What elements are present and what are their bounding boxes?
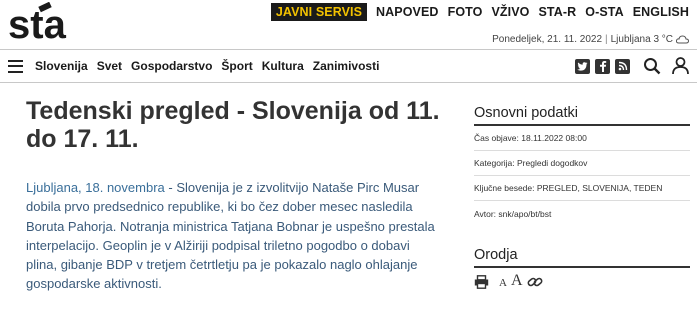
cloud-icon xyxy=(676,35,689,44)
article-lead: Ljubljana, 18. novembra - Slovenija je z… xyxy=(26,178,438,294)
keywords: Ključne besede: PREGLED, SLOVENIJA, TEDE… xyxy=(474,183,663,193)
sta-logo[interactable]: sta xyxy=(8,2,72,44)
basic-info-heading: Osnovni podatki xyxy=(474,105,578,121)
link-icon[interactable] xyxy=(527,275,543,289)
date-weather-bar: Ponedeljek, 21. 11. 2022 | Ljubljana 3 °… xyxy=(492,34,689,45)
nav-item-kultura[interactable]: Kultura xyxy=(262,59,304,73)
nav-item-zanimivosti[interactable]: Zanimivosti xyxy=(313,59,380,73)
facebook-icon[interactable] xyxy=(595,58,610,74)
separator: | xyxy=(605,34,608,45)
row-divider xyxy=(474,150,690,151)
top-nav-napoved[interactable]: NAPOVED xyxy=(376,3,439,21)
row-divider xyxy=(474,200,690,201)
nav-item-svet[interactable]: Svet xyxy=(97,59,122,73)
nav-divider xyxy=(0,82,697,83)
published-time: Čas objave: 18.11.2022 08:00 xyxy=(474,133,587,143)
author: Avtor: snk/apo/bt/bst xyxy=(474,209,552,219)
row-divider xyxy=(474,175,690,176)
tools-divider xyxy=(474,266,690,268)
current-date: Ponedeljek, 21. 11. 2022 xyxy=(492,34,603,45)
tools-heading: Orodja xyxy=(474,247,518,263)
top-nav-sta-r[interactable]: STA-R xyxy=(539,3,577,21)
top-nav: JAVNI SERVIS NAPOVED FOTO VŽIVO STA-R O-… xyxy=(270,3,689,21)
main-nav: Slovenija Svet Gospodarstvo Šport Kultur… xyxy=(0,50,697,82)
section-nav: Slovenija Svet Gospodarstvo Šport Kultur… xyxy=(35,59,388,73)
logo-text: sta xyxy=(8,3,67,44)
search-icon[interactable] xyxy=(643,57,661,75)
top-nav-javni-servis[interactable]: JAVNI SERVIS xyxy=(270,3,368,21)
print-icon[interactable] xyxy=(474,275,489,289)
menu-icon[interactable] xyxy=(8,59,23,73)
top-nav-english[interactable]: ENGLISH xyxy=(633,3,689,21)
rss-icon[interactable] xyxy=(615,58,630,74)
top-nav-vzivo[interactable]: VŽIVO xyxy=(491,3,529,21)
article-dateline: Ljubljana, 18. novembra xyxy=(26,180,165,195)
font-increase-button[interactable]: A xyxy=(511,273,523,289)
font-decrease-button[interactable]: A xyxy=(499,277,507,289)
user-icon[interactable] xyxy=(672,57,689,75)
nav-icons xyxy=(575,57,689,75)
top-nav-o-sta[interactable]: O-STA xyxy=(585,3,623,21)
nav-item-sport[interactable]: Šport xyxy=(221,59,252,73)
nav-item-slovenija[interactable]: Slovenija xyxy=(35,59,88,73)
tools-bar: A A xyxy=(474,273,543,289)
category: Kategorija: Pregledi dogodkov xyxy=(474,158,588,168)
twitter-icon[interactable] xyxy=(575,58,590,74)
article-title: Tedenski pregled - Slovenija od 11. do 1… xyxy=(26,97,440,153)
article-lead-text: - Slovenija je z izvolitvijo Nataše Pirc… xyxy=(26,180,435,292)
nav-item-gospodarstvo[interactable]: Gospodarstvo xyxy=(131,59,212,73)
basic-info-divider xyxy=(474,124,690,126)
top-nav-foto[interactable]: FOTO xyxy=(448,3,483,21)
weather-text: Ljubljana 3 °C xyxy=(610,34,673,45)
